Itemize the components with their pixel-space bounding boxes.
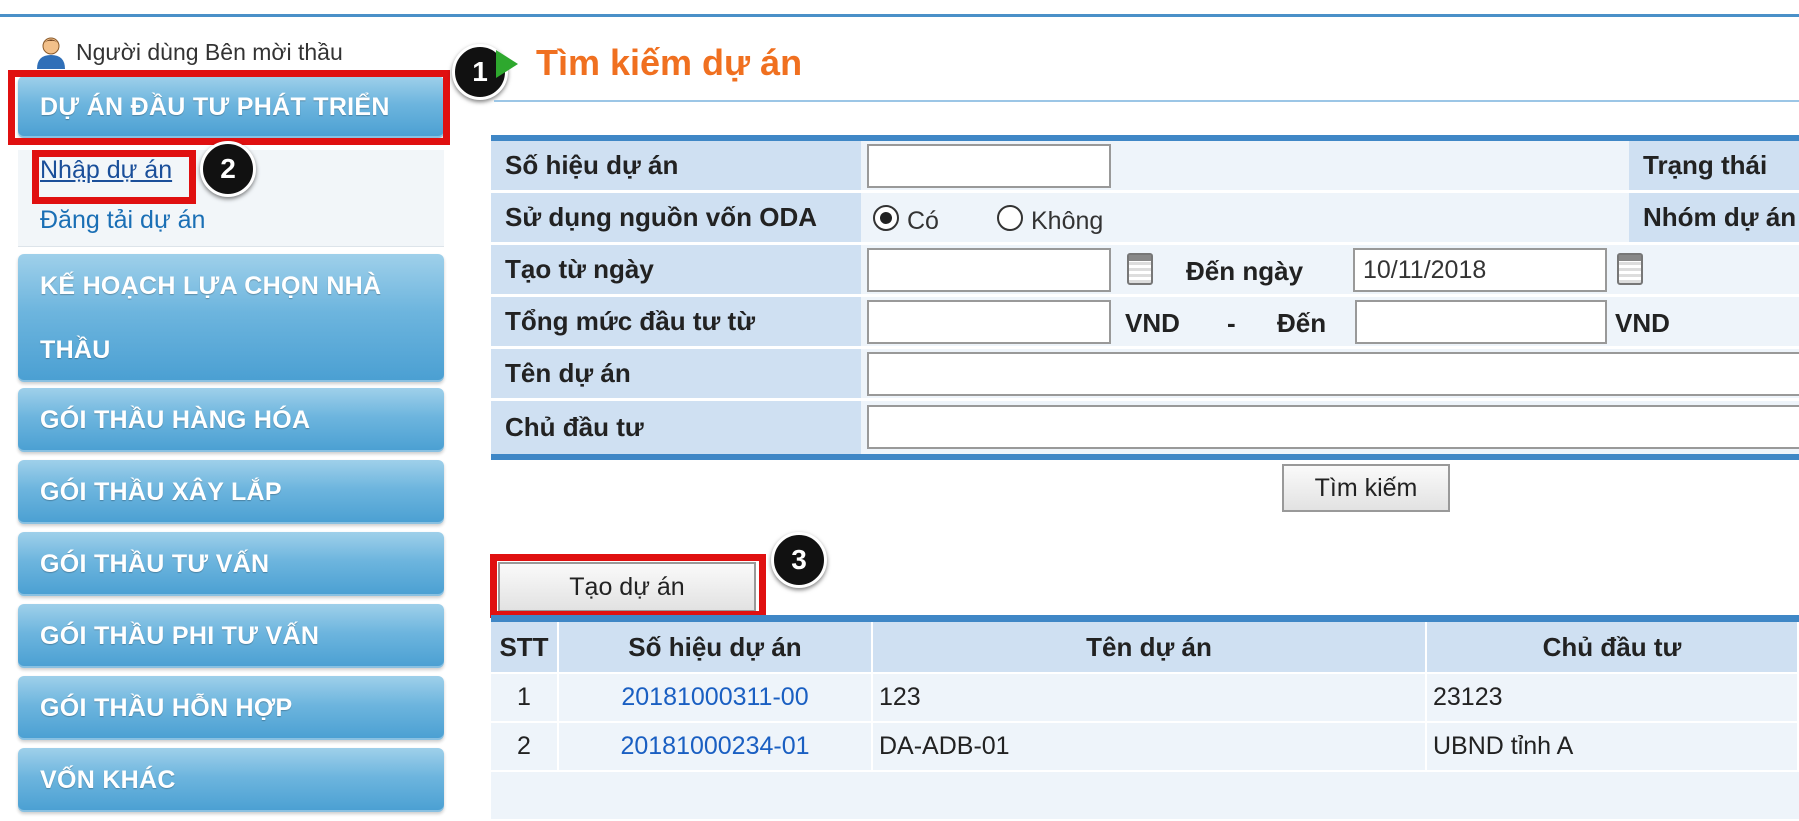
menu-ke-hoach-lua-chon-nha-thau[interactable]: KẾ HOẠCH LỰA CHỌN NHÀ THẦU [18,254,444,382]
menu-label-line-1: KẾ HOẠCH LỰA CHỌN NHÀ [40,272,382,300]
form-row-dates: Tạo từ ngày Đến ngày 10/11/2018 [491,245,1799,296]
title-underline [494,100,1799,102]
highlight-box-2 [32,150,196,204]
user-info: Người dùng Bên mời thầu [34,36,343,69]
form-row-owner: Chủ đầu tư [491,401,1799,456]
project-name-input[interactable] [867,352,1799,396]
project-code-label: Số hiệu dự án [491,141,861,190]
to-date-label: Đến ngày [1186,256,1304,286]
title-arrow-icon [496,50,518,78]
header-owner: Chủ đầu tư [1427,622,1799,672]
to-date-input[interactable]: 10/11/2018 [1353,248,1607,292]
calendar-icon[interactable] [1127,253,1153,285]
highlight-box-1 [8,70,450,145]
table-row: 2 20181000234-01 DA-ADB-01 UBND tỉnh A [491,723,1799,772]
menu-label: GÓI THẦU HỖN HỢP [40,694,293,722]
highlight-box-3 [490,554,766,618]
owner-label: Chủ đầu tư [491,401,861,454]
table-row: 1 20181000311-00 123 23123 [491,674,1799,723]
menu-label: GÓI THẦU XÂY LẮP [40,478,282,506]
table-top-border [491,615,1799,622]
form-row-project-name: Tên dự án [491,349,1799,400]
from-date-label: Tạo từ ngày [491,245,861,294]
oda-label: Sử dụng nguồn vốn ODA [491,193,861,242]
range-dash: - [1227,308,1236,338]
form-row-investment: Tổng mức đầu tư từ VND - Đến VND [491,297,1799,348]
top-divider [0,14,1799,17]
project-code-input[interactable] [867,144,1111,188]
oda-no-label: Không [1031,207,1104,235]
menu-goi-thau-hon-hop[interactable]: GÓI THẦU HỖN HỢP [18,676,444,740]
menu-label: GÓI THẦU TƯ VẤN [40,550,270,578]
table-row-partial [491,772,1799,821]
step-badge-3: 3 [771,532,827,588]
owner-input[interactable] [867,405,1799,449]
cell-project-code-link[interactable]: 20181000311-00 [559,674,873,721]
investment-from-input[interactable] [867,300,1111,344]
menu-goi-thau-hang-hoa[interactable]: GÓI THẦU HÀNG HÓA [18,388,444,452]
page-title: Tìm kiếm dự án [536,42,803,83]
calendar-icon[interactable] [1617,253,1643,285]
step-badge-2: 2 [200,141,256,197]
status-label: Trạng thái [1629,141,1799,190]
cell-project-name: 123 [873,674,1427,721]
header-stt: STT [491,622,559,672]
oda-yes-radio[interactable] [873,205,899,231]
investment-to-input[interactable] [1355,300,1607,344]
group-label: Nhóm dự án [1629,193,1799,242]
menu-goi-thau-xay-lap[interactable]: GÓI THẦU XÂY LẮP [18,460,444,524]
cell-stt: 1 [491,674,559,721]
form-row-project-code: Số hiệu dự án Trạng thái [491,141,1799,192]
project-name-label: Tên dự án [491,349,861,398]
currency-label: VND [1615,308,1670,338]
currency-label: VND [1125,308,1180,338]
user-icon [37,37,65,69]
cell-project-name: DA-ADB-01 [873,723,1427,770]
investment-to-label: Đến [1277,308,1327,338]
cell-stt: 2 [491,723,559,770]
menu-goi-thau-phi-tu-van[interactable]: GÓI THẦU PHI TƯ VẤN [18,604,444,668]
oda-no-radio[interactable] [997,205,1023,231]
from-date-input[interactable] [867,248,1111,292]
menu-von-khac[interactable]: VỐN KHÁC [18,748,444,812]
header-project-code: Số hiệu dự án [559,622,873,672]
investment-label: Tổng mức đầu tư từ [491,297,861,346]
cell-owner: UBND tỉnh A [1427,723,1799,770]
user-label: Người dùng Bên mời thầu [76,38,343,65]
menu-label-line-2: THẦU [40,336,111,364]
cell-owner: 23123 [1427,674,1799,721]
form-row-oda: Sử dụng nguồn vốn ODA Có Không Nhóm dự á… [491,193,1799,244]
form-bottom-border [491,454,1799,460]
cell-project-code-link[interactable]: 20181000234-01 [559,723,873,770]
sub-link-dang-tai-du-an[interactable]: Đăng tải dự án [40,206,205,235]
menu-label: GÓI THẦU HÀNG HÓA [40,406,311,434]
search-button[interactable]: Tìm kiếm [1282,464,1450,512]
oda-yes-label: Có [907,207,939,235]
header-project-name: Tên dự án [873,622,1427,672]
menu-goi-thau-tu-van[interactable]: GÓI THẦU TƯ VẤN [18,532,444,596]
menu-label: GÓI THẦU PHI TƯ VẤN [40,622,320,650]
